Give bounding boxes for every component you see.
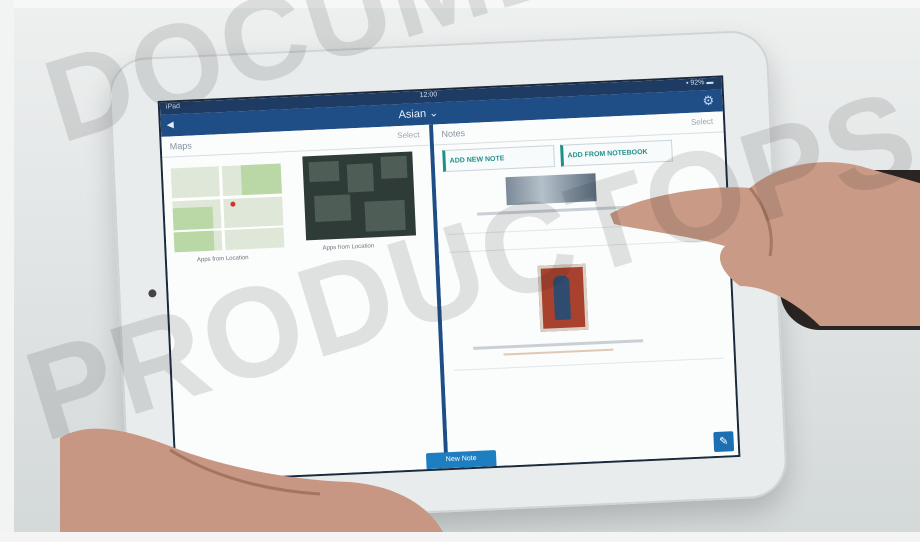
map-park-area bbox=[240, 163, 282, 196]
note-photo-street[interactable] bbox=[505, 173, 597, 206]
note-photo-portrait[interactable] bbox=[537, 263, 589, 332]
satellite-block bbox=[380, 155, 408, 179]
pencil-icon[interactable]: ✎ bbox=[713, 431, 735, 453]
satellite-block bbox=[314, 194, 352, 222]
tablet-camera bbox=[148, 289, 157, 298]
note-divider bbox=[454, 357, 724, 371]
image-border-left bbox=[0, 0, 14, 542]
map-road bbox=[218, 166, 226, 251]
status-carrier: iPad bbox=[165, 102, 181, 111]
image-border-bottom bbox=[0, 532, 920, 542]
satellite-block bbox=[308, 160, 340, 183]
add-new-note-button[interactable]: ADD NEW NOTE bbox=[442, 145, 556, 173]
maps-select-button[interactable]: Select bbox=[397, 130, 420, 140]
notes-pane-title: Notes bbox=[441, 128, 466, 140]
status-battery: ▪ 92% ▬ bbox=[685, 78, 714, 87]
image-border-top bbox=[0, 0, 920, 8]
note-text-line bbox=[473, 339, 644, 350]
satellite-thumbnail[interactable] bbox=[302, 151, 417, 241]
pointing-hand bbox=[610, 162, 920, 326]
map-caption: Apps from Location bbox=[196, 255, 249, 264]
note-text-line bbox=[503, 348, 614, 356]
back-button[interactable]: ◀ bbox=[167, 119, 174, 130]
holding-hand bbox=[60, 428, 448, 542]
nav-title[interactable]: Asian ⌄ bbox=[398, 106, 438, 121]
status-time: 12:00 bbox=[419, 91, 438, 100]
photo-scene: iPad 12:00 ▪ 92% ▬ ◀ Asian ⌄ ⚙ Maps Sele… bbox=[0, 0, 920, 542]
satellite-caption: Apps from Location bbox=[322, 243, 375, 252]
map-thumbnail[interactable] bbox=[170, 163, 285, 253]
map-road bbox=[172, 193, 283, 202]
satellite-block bbox=[364, 199, 406, 232]
satellite-block bbox=[346, 163, 374, 193]
photo-figure bbox=[553, 275, 572, 321]
map-pin-icon bbox=[230, 201, 236, 207]
maps-pane-title: Maps bbox=[169, 140, 192, 152]
